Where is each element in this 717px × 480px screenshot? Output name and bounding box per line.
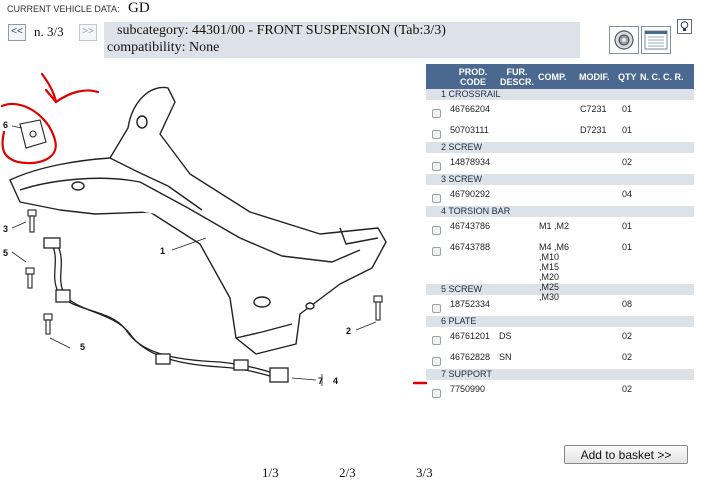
header-qty: QTY [618, 72, 637, 82]
table-row: 46766204 C7231 01 [426, 100, 694, 121]
crossrail-drawing [9, 86, 387, 355]
callout-4: 4 [333, 376, 338, 386]
callout-2: 2 [346, 326, 351, 336]
part-quantity: 02 [622, 157, 633, 167]
group-row: 1 CROSSRAIL [426, 89, 694, 100]
table-row: 46743788 M4 ,M6 ,M10 ,M15 ,M20 ,M25 ,M30 0… [426, 238, 694, 302]
part-quantity: 08 [622, 299, 633, 309]
part-code: 46761201 [450, 331, 491, 341]
part-description: DS [499, 331, 512, 341]
part-quantity: 02 [622, 331, 633, 341]
part-modification: C7231 [580, 104, 607, 114]
header-comp: COMP. [538, 72, 567, 82]
row-checkbox[interactable] [432, 130, 441, 139]
row-checkbox[interactable] [432, 357, 441, 366]
vehicle-data-label: CURRENT VEHICLE DATA: [7, 4, 120, 14]
table-body: 1 CROSSRAIL 46766204 C7231 01 50703111 D7231 0… [426, 89, 694, 401]
red-mark [413, 381, 427, 385]
row-checkbox[interactable] [432, 226, 441, 235]
callout-5b: 5 [80, 342, 85, 352]
next-page-button[interactable]: >> [79, 24, 97, 41]
group-row: 3 SCREW [426, 174, 694, 185]
row-checkbox[interactable] [432, 304, 441, 313]
part-modification: D7231 [580, 125, 607, 135]
part-quantity: 02 [622, 384, 633, 394]
vehicle-data-value: GD [128, 0, 150, 16]
parts-diagram: 6 3 5 5 1 2 7 4 [0, 72, 387, 386]
part-code: 46743788 [450, 242, 491, 252]
table-row: 18752334 08 [426, 295, 694, 316]
list-view-button[interactable] [641, 26, 671, 54]
red-annotation [0, 72, 100, 165]
part-code: 50703111 [450, 125, 489, 135]
part-quantity: 01 [622, 125, 633, 135]
group-row: 7 SUPPORT [426, 369, 694, 380]
page-link-2[interactable]: 2/3 [339, 465, 356, 480]
callout-6: 6 [3, 120, 8, 130]
page-link-1[interactable]: 1/3 [262, 465, 279, 480]
subcategory-text: subcategory: 44301/00 - FRONT SUSPENSION… [117, 23, 446, 38]
part-quantity: 01 [622, 221, 633, 231]
lightbulb-icon[interactable] [677, 19, 692, 34]
group-row: 6 PLATE [426, 316, 694, 327]
subcategory-panel: subcategory: 44301/00 - FRONT SUSPENSION… [104, 22, 580, 58]
part-quantity: 02 [622, 352, 633, 362]
page-indicator: n. 3/3 [34, 24, 64, 39]
wheel-view-button[interactable] [609, 26, 639, 54]
table-row: 14878934 02 [426, 153, 694, 174]
part-code: 46790292 [450, 189, 491, 199]
header-prod-code: PROD. CODE [458, 67, 488, 87]
callout-7: 7 [318, 376, 323, 386]
part-code: 46762828 [450, 352, 491, 362]
table-row: 46790292 04 [426, 185, 694, 206]
part-quantity: 01 [622, 242, 633, 252]
row-checkbox[interactable] [432, 162, 441, 171]
header-modif: MODIF. [579, 72, 610, 82]
row-checkbox[interactable] [432, 247, 441, 256]
part-description: SN [499, 352, 512, 362]
page-link-3[interactable]: 3/3 [416, 465, 433, 480]
group-row: 4 TORSION BAR [426, 206, 694, 217]
table-row: 46762828 SN 02 [426, 348, 694, 369]
list-icon [644, 30, 668, 50]
callout-1: 1 [160, 246, 165, 256]
table-row: 7750990 02 [426, 380, 694, 401]
table-header: PROD. CODE FUR. DESCR. COMP. MODIF. QTY … [426, 64, 694, 89]
parts-table: PROD. CODE FUR. DESCR. COMP. MODIF. QTY … [426, 64, 694, 401]
table-row: 46743786 M1 ,M2 01 [426, 217, 694, 238]
group-row: 2 SCREW [426, 142, 694, 153]
row-checkbox[interactable] [432, 109, 441, 118]
part-code: 18752334 [450, 299, 491, 309]
prev-page-button[interactable]: << [8, 24, 26, 41]
part-code: 46743786 [450, 221, 491, 231]
table-row: 46761201 DS 02 [426, 327, 694, 348]
header-fur-descr: FUR. DESCR. [499, 67, 534, 87]
part-code: 7750990 [450, 384, 486, 394]
wheel-icon [614, 30, 634, 50]
row-checkbox[interactable] [432, 389, 441, 398]
part-compatibility: M4 ,M6 ,M10 ,M15 ,M20 ,M25 ,M30 [539, 242, 570, 302]
part-code: 14878934 [450, 157, 491, 167]
add-to-basket-button[interactable]: Add to basket >> [564, 445, 688, 464]
header-ncc: N. C. C. R. [640, 72, 684, 82]
part-code: 46766204 [450, 104, 491, 114]
part-quantity: 01 [622, 104, 633, 114]
callout-5a: 5 [3, 248, 8, 258]
row-checkbox[interactable] [432, 336, 441, 345]
callout-3: 3 [3, 224, 8, 234]
part-compatibility: M1 ,M2 [539, 221, 570, 231]
compatibility-text: compatibility: None [107, 40, 220, 55]
part-quantity: 04 [622, 189, 633, 199]
row-checkbox[interactable] [432, 194, 441, 203]
table-row: 50703111 D7231 01 [426, 121, 694, 142]
